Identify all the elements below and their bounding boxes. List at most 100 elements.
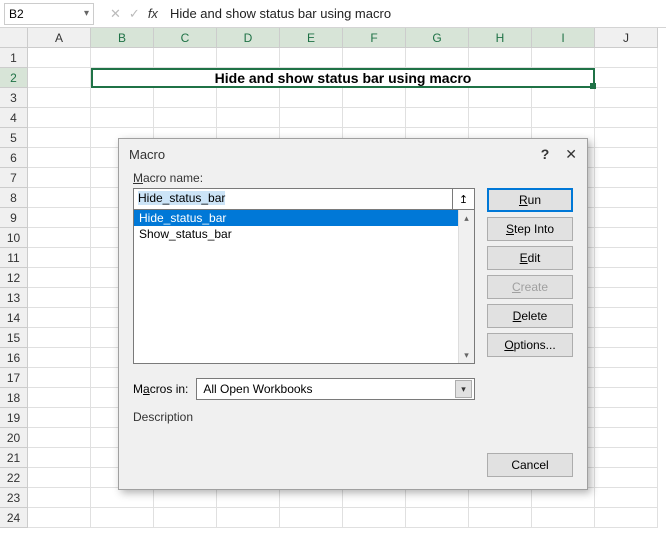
cell[interactable] — [28, 248, 91, 268]
cell[interactable] — [595, 148, 658, 168]
cell[interactable] — [406, 108, 469, 128]
row-header[interactable]: 11 — [0, 248, 28, 268]
cell[interactable] — [28, 88, 91, 108]
cell[interactable] — [595, 248, 658, 268]
column-header[interactable]: E — [280, 28, 343, 48]
merged-cell-b2-i2[interactable]: Hide and show status bar using macro — [91, 68, 595, 88]
column-header[interactable]: B — [91, 28, 154, 48]
row-header[interactable]: 13 — [0, 288, 28, 308]
cell[interactable] — [406, 508, 469, 528]
cell[interactable] — [406, 48, 469, 68]
cell[interactable] — [28, 308, 91, 328]
cell[interactable] — [343, 108, 406, 128]
cell[interactable] — [532, 508, 595, 528]
cell[interactable] — [595, 88, 658, 108]
cell[interactable] — [28, 128, 91, 148]
cell[interactable] — [469, 508, 532, 528]
row-header[interactable]: 22 — [0, 468, 28, 488]
row-header[interactable]: 15 — [0, 328, 28, 348]
delete-button[interactable]: Delete — [487, 304, 573, 328]
cell[interactable] — [28, 428, 91, 448]
cell[interactable] — [595, 168, 658, 188]
cell[interactable] — [469, 88, 532, 108]
fx-icon[interactable]: fx — [148, 6, 158, 21]
row-header[interactable]: 5 — [0, 128, 28, 148]
row-header[interactable]: 14 — [0, 308, 28, 328]
scroll-up-icon[interactable]: ▴ — [459, 210, 474, 226]
cell[interactable] — [595, 128, 658, 148]
cell[interactable] — [595, 448, 658, 468]
cell[interactable] — [28, 468, 91, 488]
row-header[interactable]: 3 — [0, 88, 28, 108]
cell[interactable] — [217, 88, 280, 108]
select-all-corner[interactable] — [0, 28, 28, 48]
row-header[interactable]: 21 — [0, 448, 28, 468]
column-header[interactable]: F — [343, 28, 406, 48]
cell[interactable] — [343, 488, 406, 508]
column-header[interactable]: G — [406, 28, 469, 48]
cell[interactable] — [343, 48, 406, 68]
cell[interactable] — [154, 108, 217, 128]
column-header[interactable]: I — [532, 28, 595, 48]
row-header[interactable]: 2 — [0, 68, 28, 88]
cell[interactable] — [595, 228, 658, 248]
help-button[interactable]: ? — [541, 146, 550, 162]
cell[interactable] — [217, 48, 280, 68]
cell[interactable] — [91, 88, 154, 108]
cell[interactable] — [28, 448, 91, 468]
row-header[interactable]: 19 — [0, 408, 28, 428]
cell[interactable] — [595, 388, 658, 408]
cell[interactable] — [28, 228, 91, 248]
cell[interactable] — [91, 108, 154, 128]
cell[interactable] — [28, 348, 91, 368]
macros-in-combo[interactable]: All Open Workbooks ▾ — [196, 378, 475, 400]
column-header[interactable]: C — [154, 28, 217, 48]
cell[interactable] — [469, 488, 532, 508]
cancel-icon[interactable]: ✕ — [110, 6, 121, 22]
row-header[interactable]: 20 — [0, 428, 28, 448]
cell[interactable] — [28, 268, 91, 288]
row-header[interactable]: 6 — [0, 148, 28, 168]
cell[interactable] — [343, 88, 406, 108]
row-header[interactable]: 16 — [0, 348, 28, 368]
cell[interactable] — [217, 488, 280, 508]
cell[interactable] — [595, 428, 658, 448]
cell[interactable] — [595, 288, 658, 308]
cell[interactable] — [532, 48, 595, 68]
cell[interactable] — [217, 508, 280, 528]
step-into-button[interactable]: Step Into — [487, 217, 573, 241]
cell[interactable] — [28, 408, 91, 428]
cell[interactable] — [280, 488, 343, 508]
cell[interactable] — [595, 188, 658, 208]
cell[interactable] — [28, 168, 91, 188]
cell[interactable] — [154, 88, 217, 108]
cell[interactable] — [532, 488, 595, 508]
cell[interactable] — [595, 328, 658, 348]
cell[interactable] — [91, 508, 154, 528]
options-button[interactable]: Options... — [487, 333, 573, 357]
cell[interactable] — [28, 488, 91, 508]
cell[interactable] — [154, 508, 217, 528]
cell[interactable] — [28, 48, 91, 68]
cell[interactable] — [532, 108, 595, 128]
cell[interactable] — [217, 108, 280, 128]
formula-input[interactable]: Hide and show status bar using macro — [164, 3, 666, 25]
cell[interactable] — [469, 48, 532, 68]
cell[interactable] — [28, 68, 91, 88]
cell[interactable] — [154, 48, 217, 68]
cell[interactable] — [595, 508, 658, 528]
cell[interactable] — [280, 88, 343, 108]
cell[interactable] — [595, 488, 658, 508]
scroll-down-icon[interactable]: ▾ — [459, 347, 474, 363]
row-header[interactable]: 9 — [0, 208, 28, 228]
row-header[interactable]: 12 — [0, 268, 28, 288]
cell[interactable] — [154, 488, 217, 508]
cell[interactable] — [406, 488, 469, 508]
cell[interactable] — [532, 88, 595, 108]
cell[interactable] — [469, 108, 532, 128]
close-button[interactable]: ✕ — [565, 146, 577, 163]
cell[interactable] — [595, 208, 658, 228]
column-header[interactable]: J — [595, 28, 658, 48]
macro-list-item[interactable]: Show_status_bar — [134, 226, 458, 242]
macro-list-item[interactable]: Hide_status_bar — [134, 210, 458, 226]
